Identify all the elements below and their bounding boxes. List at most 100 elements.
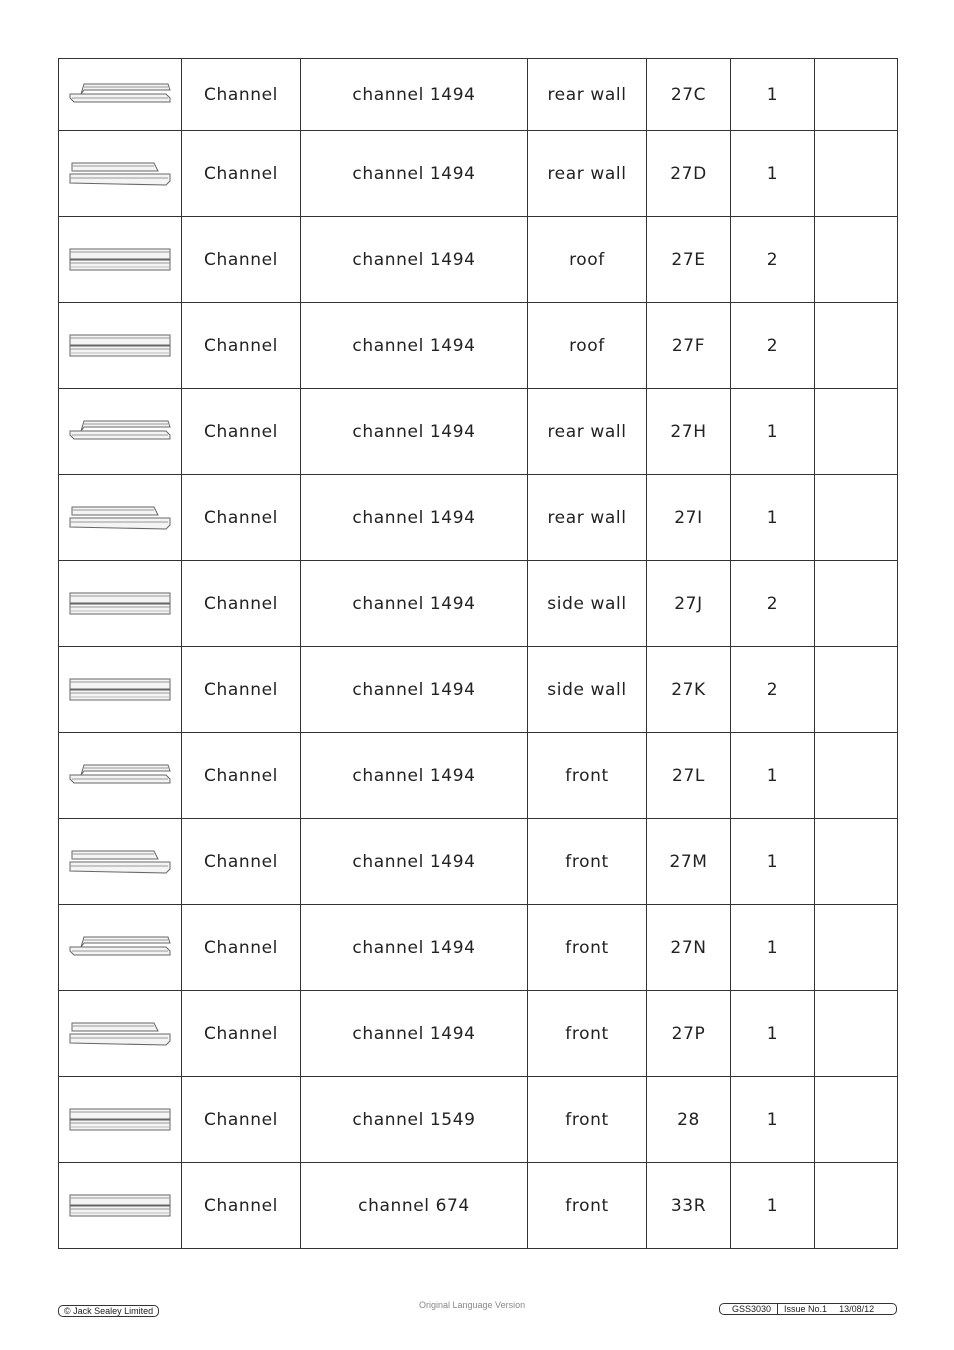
part-notes-cell [814,560,898,647]
part-quantity-cell: 2 [730,560,815,647]
part-name-cell: channel 1494 [300,388,528,475]
channel-stacked-icon [59,245,181,275]
part-location-cell: rear wall [527,58,647,131]
part-name-cell: channel 1494 [300,474,528,561]
part-quantity-cell: 2 [730,216,815,303]
part-thumbnail [58,58,182,131]
doc-code: GSS3030 [732,1304,772,1314]
part-notes-cell [814,302,898,389]
part-thumbnail [58,646,182,733]
channel-stacked-icon [59,1191,181,1221]
part-notes-cell [814,732,898,819]
part-location-cell: rear wall [527,130,647,217]
table-row: Channel channel 1549 front 28 1 [58,1076,898,1163]
part-quantity-cell: 1 [730,474,815,561]
part-thumbnail [58,302,182,389]
part-type-cell: Channel [181,474,301,561]
copyright-label: © Jack Sealey Limited [58,1305,160,1317]
part-notes-cell [814,1076,898,1163]
part-notes-cell [814,474,898,561]
part-thumbnail [58,990,182,1077]
part-name-cell: channel 674 [300,1162,528,1249]
part-name-cell: channel 1494 [300,302,528,389]
channel-stacked-icon [59,589,181,619]
part-name-cell: channel 1494 [300,732,528,819]
part-type-cell: Channel [181,646,301,733]
language-label: Original Language Version [419,1300,526,1310]
table-row: Channel channel 674 front 33R 1 [58,1162,898,1249]
part-notes-cell [814,388,898,475]
channel-offset-down-icon [59,159,181,189]
part-quantity-cell: 2 [730,646,815,733]
part-name-cell: channel 1494 [300,560,528,647]
part-type-cell: Channel [181,130,301,217]
channel-stacked-icon [59,331,181,361]
part-thumbnail [58,474,182,561]
part-name-cell: channel 1549 [300,1076,528,1163]
part-type-cell: Channel [181,990,301,1077]
table-row: Channel channel 1494 rear wall 27H 1 [58,388,898,475]
table-row: Channel channel 1494 side wall 27K 2 [58,646,898,733]
part-name-cell: channel 1494 [300,904,528,991]
part-type-cell: Channel [181,216,301,303]
channel-offset-up-icon [59,933,181,963]
part-notes-cell [814,646,898,733]
part-quantity-cell: 1 [730,990,815,1077]
part-ref-cell: 27F [646,302,731,389]
part-name-cell: channel 1494 [300,646,528,733]
part-name-cell: channel 1494 [300,990,528,1077]
part-type-cell: Channel [181,818,301,905]
part-quantity-cell: 1 [730,388,815,475]
table-row: Channel channel 1494 roof 27F 2 [58,302,898,389]
part-name-cell: channel 1494 [300,130,528,217]
part-ref-cell: 27K [646,646,731,733]
part-notes-cell [814,130,898,217]
part-name-cell: channel 1494 [300,818,528,905]
part-thumbnail [58,560,182,647]
part-quantity-cell: 1 [730,1162,815,1249]
part-ref-cell: 27C [646,58,731,131]
part-notes-cell [814,818,898,905]
part-type-cell: Channel [181,1076,301,1163]
part-thumbnail [58,904,182,991]
part-type-cell: Channel [181,904,301,991]
part-ref-cell: 27E [646,216,731,303]
issue-date: 13/08/12 [839,1304,875,1314]
table-row: Channel channel 1494 rear wall 27D 1 [58,130,898,217]
channel-offset-up-icon [59,417,181,447]
part-ref-cell: 27D [646,130,731,217]
table-row: Channel channel 1494 side wall 27J 2 [58,560,898,647]
part-thumbnail [58,388,182,475]
part-thumbnail [58,130,182,217]
part-ref-cell: 33R [646,1162,731,1249]
part-ref-cell: 27M [646,818,731,905]
document-reference: GSS3030 Issue No.1 13/08/12 [719,1303,897,1315]
channel-offset-down-icon [59,847,181,877]
part-thumbnail [58,1076,182,1163]
part-location-cell: rear wall [527,388,647,475]
part-quantity-cell: 2 [730,302,815,389]
table-row: Channel channel 1494 roof 27E 2 [58,216,898,303]
part-type-cell: Channel [181,1162,301,1249]
part-location-cell: front [527,1076,647,1163]
part-thumbnail [58,216,182,303]
part-ref-cell: 27J [646,560,731,647]
table-row: Channel channel 1494 rear wall 27I 1 [58,474,898,561]
part-location-cell: roof [527,216,647,303]
channel-stacked-icon [59,1105,181,1135]
part-ref-cell: 27N [646,904,731,991]
table-row: Channel channel 1494 front 27P 1 [58,990,898,1077]
part-location-cell: front [527,818,647,905]
part-quantity-cell: 1 [730,904,815,991]
channel-offset-down-icon [59,1019,181,1049]
part-quantity-cell: 1 [730,1076,815,1163]
part-notes-cell [814,990,898,1077]
part-quantity-cell: 1 [730,732,815,819]
part-location-cell: rear wall [527,474,647,561]
part-location-cell: front [527,732,647,819]
table-row: Channel channel 1494 front 27M 1 [58,818,898,905]
part-type-cell: Channel [181,58,301,131]
part-thumbnail [58,732,182,819]
part-location-cell: roof [527,302,647,389]
part-location-cell: front [527,1162,647,1249]
